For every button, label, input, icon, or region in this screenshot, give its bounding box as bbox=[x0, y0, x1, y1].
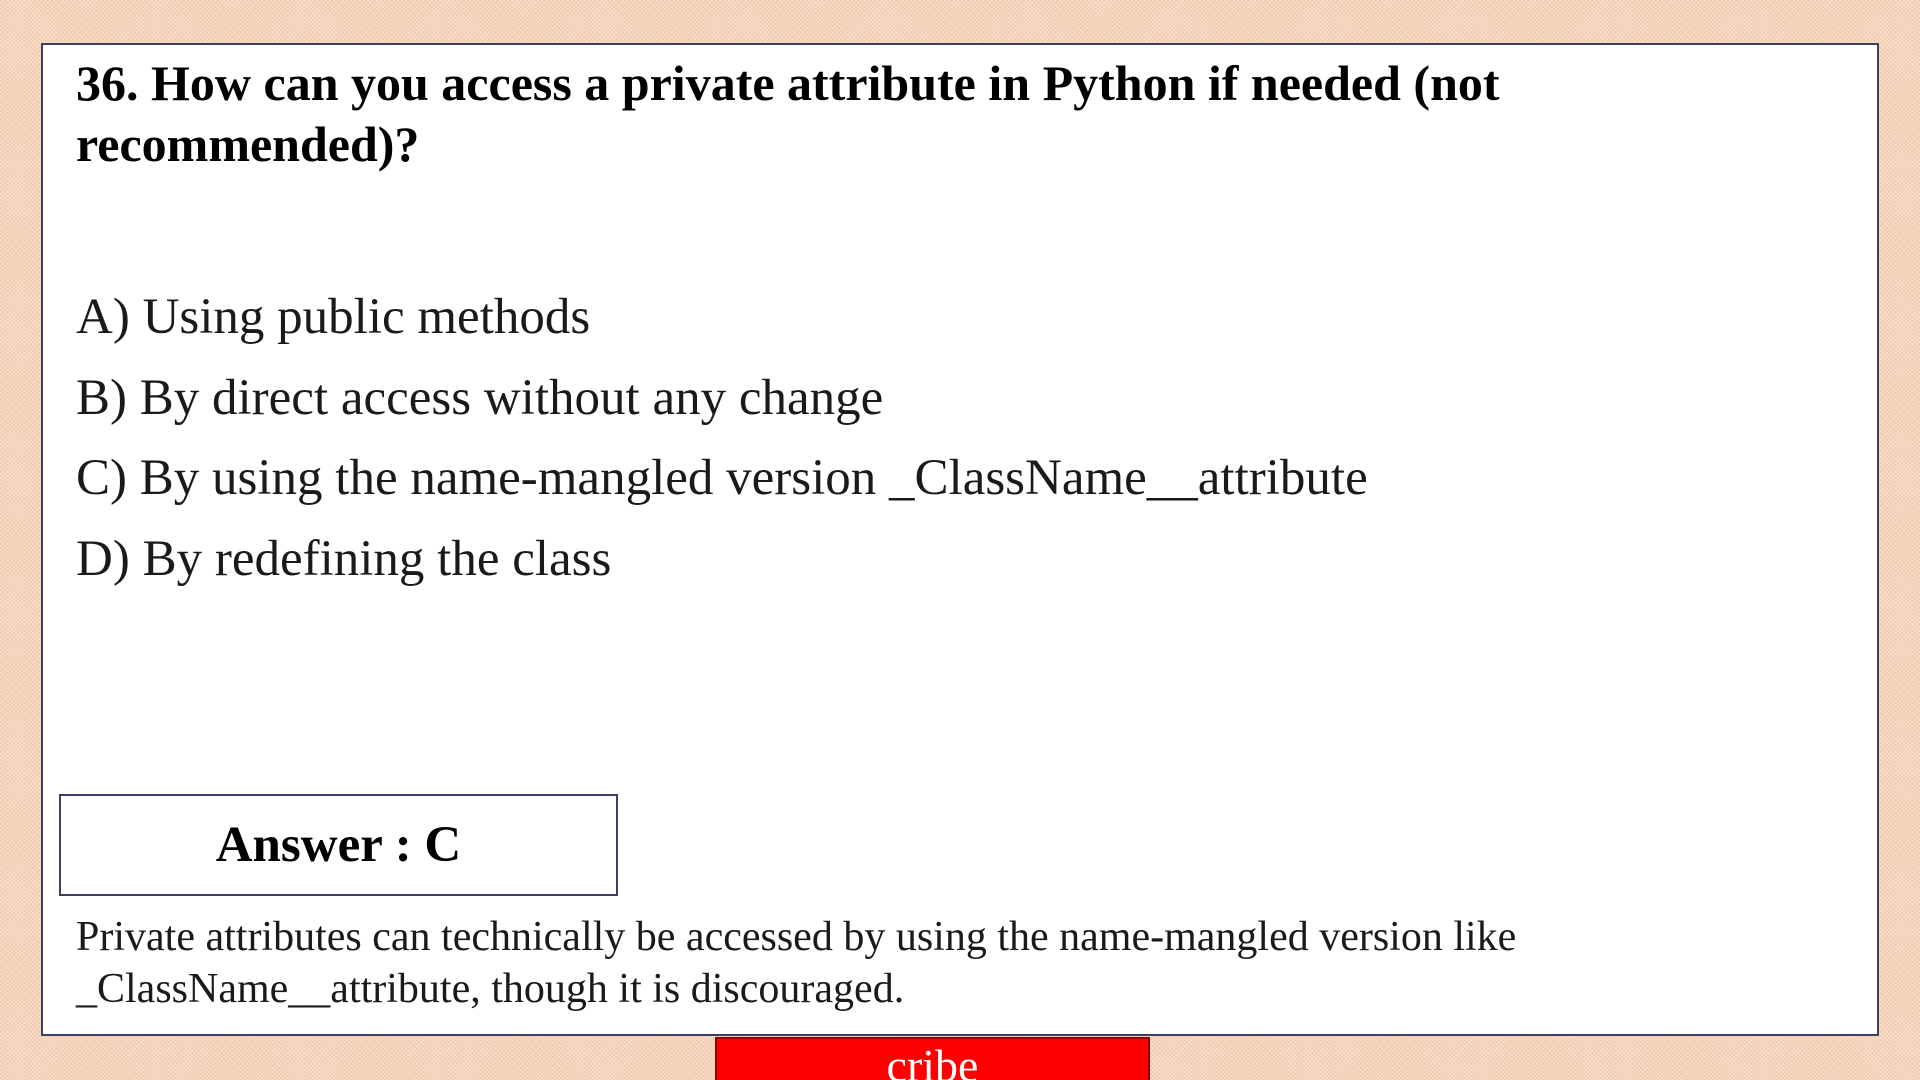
subscribe-banner-label: cribe bbox=[886, 1040, 979, 1080]
option-d: D) By redefining the class bbox=[76, 530, 612, 587]
answer-explanation: Private attributes can technically be ac… bbox=[76, 914, 1517, 1012]
options-list: A) Using public methods B) By direct acc… bbox=[76, 277, 1368, 599]
option-c: C) By using the name-mangled version _Cl… bbox=[76, 450, 1368, 506]
question-title: 36. How can you access a private attribu… bbox=[76, 55, 1500, 172]
option-b: B) By direct access without any change bbox=[76, 369, 884, 426]
question-card: 36. How can you access a private attribu… bbox=[41, 43, 1879, 1036]
answer-label: Answer : C bbox=[215, 817, 462, 873]
answer-box: Answer : C bbox=[59, 794, 618, 896]
subscribe-banner[interactable]: cribe bbox=[715, 1037, 1150, 1080]
option-a: A) Using public methods bbox=[76, 289, 591, 345]
